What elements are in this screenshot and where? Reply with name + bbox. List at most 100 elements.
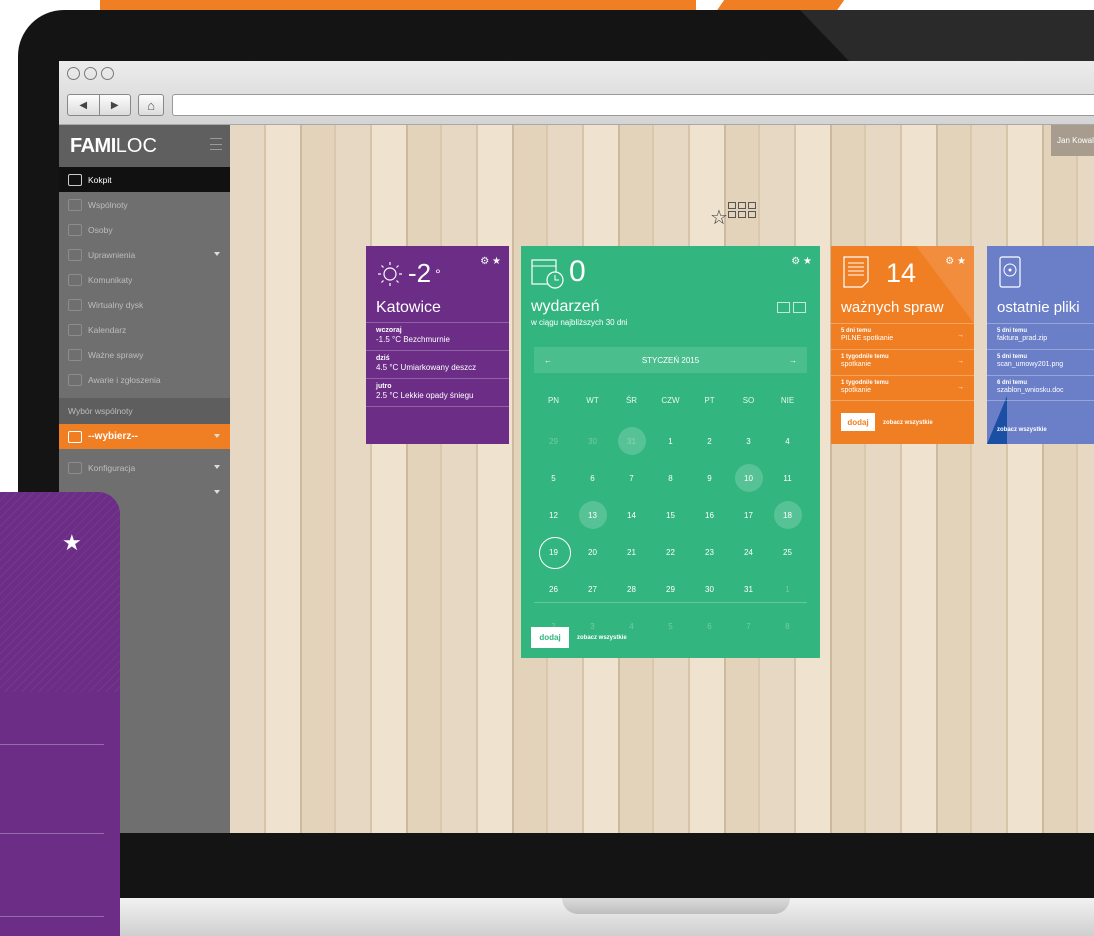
calendar-day-label: 9 <box>707 473 712 483</box>
sidebar-item-kalendarz[interactable]: Kalendarz <box>59 317 230 342</box>
gear-icon <box>68 248 82 261</box>
next-month-button[interactable]: → <box>789 356 797 365</box>
task-row[interactable]: 1 tygodni/e temu spotkanie → <box>831 349 974 372</box>
calendar-day[interactable]: 5 <box>534 464 573 492</box>
add-event-button[interactable]: dodaj <box>531 627 569 648</box>
calendar-day[interactable]: 14 <box>612 501 651 529</box>
add-task-button[interactable]: dodaj <box>841 413 875 431</box>
calendar-day-label: 3 <box>590 621 595 631</box>
tasks-count: 14 <box>886 258 917 288</box>
calendar-day[interactable]: 2 <box>690 427 729 455</box>
calendar-day[interactable]: 8 <box>651 464 690 492</box>
forward-button[interactable]: ▶ <box>100 95 131 115</box>
sidebar-item-konfiguracja[interactable]: Konfiguracja <box>59 455 230 480</box>
calendar-day[interactable]: 25 <box>768 538 807 566</box>
file-row[interactable]: 6 dni temu szablon_wniosku.doc <box>987 375 1094 401</box>
star-icon[interactable]: ★ <box>62 530 82 556</box>
calendar-day[interactable]: 8 <box>768 612 807 640</box>
calendar-day[interactable]: 21 <box>612 538 651 566</box>
sidebar-item-uprawnienia[interactable]: Uprawnienia <box>59 242 230 267</box>
back-button[interactable]: ◀ <box>68 95 100 115</box>
sidebar-item-osoby[interactable]: Osoby <box>59 217 230 242</box>
calendar-day-label: 11 <box>783 473 792 483</box>
sidebar-item-kokpit[interactable]: Kokpit <box>59 167 230 192</box>
weekday-label: PT <box>704 396 715 405</box>
favorites-star-icon[interactable]: ☆ <box>710 205 728 230</box>
calendar-day-today[interactable]: 19 <box>534 537 573 569</box>
laptop-screen: ◀ ▶ ⌂ FAMI LOC Kokpit Wspólnoty Osoby Upr… <box>59 61 1094 833</box>
calendar-day[interactable]: 31 <box>612 427 651 455</box>
calendar-view-icon[interactable] <box>777 302 790 313</box>
grid-view-icon[interactable] <box>728 202 756 218</box>
calendar-day[interactable]: 18 <box>768 501 807 529</box>
see-all-tasks-link[interactable]: zobacz wszystkie <box>883 420 933 426</box>
calendar-day[interactable]: 30 <box>573 427 612 455</box>
calendar-day[interactable]: 29 <box>651 575 690 603</box>
calendar-day[interactable]: 11 <box>768 464 807 492</box>
calendar-day-label: 29 <box>666 584 675 594</box>
calendar-day[interactable]: 15 <box>651 501 690 529</box>
calendar-day[interactable]: 28 <box>612 575 651 603</box>
settings-star-icon[interactable]: ⚙ ★ <box>480 256 501 267</box>
calendar-day[interactable]: 20 <box>573 538 612 566</box>
sidebar-item-wspolnoty[interactable]: Wspólnoty <box>59 192 230 217</box>
list-view-icon[interactable] <box>793 302 806 313</box>
calendar-day[interactable]: 3 <box>729 427 768 455</box>
calendar-day[interactable]: 30 <box>690 575 729 603</box>
calendar-day[interactable]: 23 <box>690 538 729 566</box>
calendar-day[interactable]: 4 <box>768 427 807 455</box>
calendar-day[interactable]: 26 <box>534 575 573 603</box>
task-row[interactable]: 5 dni temu PILNE spotkanie → <box>831 323 974 346</box>
calendar-day-label: 17 <box>744 510 753 520</box>
calendar-day[interactable]: 17 <box>729 501 768 529</box>
calendar-day-label: 14 <box>627 510 636 520</box>
window-close-button[interactable] <box>67 67 80 80</box>
sidebar-item-komunikaty[interactable]: Komunikaty <box>59 267 230 292</box>
calendar-day[interactable]: 10 <box>729 464 768 492</box>
calendar-day[interactable]: 16 <box>690 501 729 529</box>
app-logo[interactable]: FAMI LOC <box>59 125 230 167</box>
sidebar-item-wazne-sprawy[interactable]: Ważne sprawy <box>59 342 230 367</box>
calendar-day[interactable]: 22 <box>651 538 690 566</box>
calendar-day[interactable]: 7 <box>612 464 651 492</box>
chevron-down-icon <box>214 490 220 494</box>
community-select[interactable]: --wybierz-- <box>59 424 230 449</box>
degree-sign: ° <box>435 265 441 282</box>
address-bar[interactable] <box>172 94 1094 116</box>
calendar-day[interactable]: 6 <box>690 612 729 640</box>
calendar-day[interactable]: 27 <box>573 575 612 603</box>
calendar-day[interactable]: 31 <box>729 575 768 603</box>
task-row[interactable]: 1 tygodni/e temu spotkanie → <box>831 375 974 401</box>
calendar-day[interactable]: 6 <box>573 464 612 492</box>
chevron-down-icon <box>214 252 220 256</box>
menu-toggle-icon[interactable] <box>210 138 222 150</box>
calendar-day[interactable]: 7 <box>729 612 768 640</box>
settings-star-icon[interactable]: ⚙ ★ <box>945 256 966 267</box>
window-minimize-button[interactable] <box>84 67 97 80</box>
calendar-day-label: 12 <box>549 510 558 520</box>
history-buttons: ◀ ▶ <box>67 94 131 116</box>
file-row[interactable]: 5 dni temu scan_umowy201.png <box>987 349 1094 372</box>
calendar-day[interactable]: 12 <box>534 501 573 529</box>
calendar-day[interactable]: 1 <box>651 427 690 455</box>
user-menu[interactable]: Jan Kowalski <box>1051 125 1094 156</box>
see-all-files-link[interactable]: zobacz wszystkie <box>997 427 1047 433</box>
window-zoom-button[interactable] <box>101 67 114 80</box>
calendar-day[interactable]: 13 <box>573 501 612 529</box>
file-row[interactable]: 5 dni temu faktura_prad.zip <box>987 323 1094 346</box>
prev-month-button[interactable]: ← <box>544 356 552 365</box>
sidebar-item-wirtualny-dysk[interactable]: Wirtualny dysk <box>59 292 230 317</box>
weather-card: ⚙ ★ -2 ° Katowice wczoraj -1.5 °C Bezchmur… <box>366 246 509 444</box>
sidebar-item-awarie[interactable]: Awarie i zgłoszenia <box>59 367 230 392</box>
calendar-day[interactable]: 1 <box>768 575 807 603</box>
see-all-events-link[interactable]: zobacz wszystkie <box>577 635 627 641</box>
calendar-day-label: 1 <box>785 584 790 594</box>
gear-icon <box>68 461 82 474</box>
calendar-day[interactable]: 5 <box>651 612 690 640</box>
settings-star-icon[interactable]: ⚙ ★ <box>791 256 812 267</box>
calendar-day[interactable]: 29 <box>534 427 573 455</box>
calendar-day[interactable]: 9 <box>690 464 729 492</box>
dashboard-icon <box>68 173 82 186</box>
home-button[interactable]: ⌂ <box>138 94 164 116</box>
calendar-day[interactable]: 24 <box>729 538 768 566</box>
